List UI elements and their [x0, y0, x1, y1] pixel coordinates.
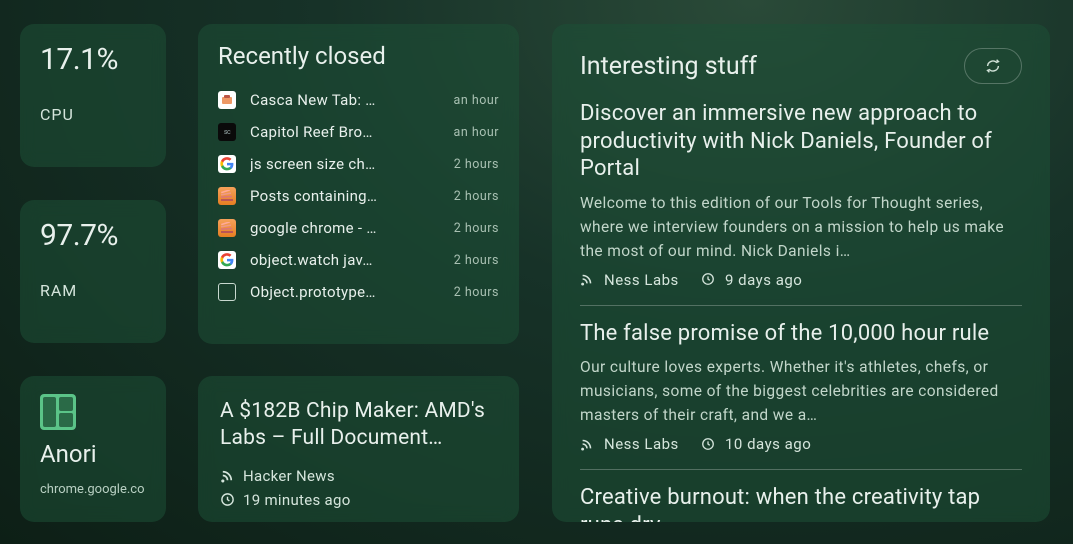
feed-post-title: Discover an immersive new approach to pr… [580, 100, 1022, 183]
bookmark-title: Anori [40, 440, 146, 468]
recently-closed-card: Recently closed Casca New Tab: …an hours… [198, 24, 519, 344]
recently-closed-row[interactable]: Posts containing… 2 hours [218, 180, 499, 212]
feed-post-title: The false promise of the 10,000 hour rul… [580, 320, 1022, 348]
recently-closed-row-time: 2 hours [454, 285, 499, 300]
ram-percentage: 97.7% [40, 218, 146, 253]
cpu-card: 17.1% CPU [20, 24, 166, 167]
clock-icon [701, 437, 716, 452]
cpu-percentage: 17.1% [40, 42, 146, 77]
feed-post-excerpt: Welcome to this edition of our Tools for… [580, 191, 1022, 263]
favicon-stack-icon [218, 219, 236, 237]
favicon-casca-icon [218, 91, 236, 109]
recently-closed-title: Recently closed [218, 42, 499, 70]
recently-closed-row-title: Object.prototype… [250, 283, 440, 301]
article-title: A $182B Chip Maker: AMD's Labs – Full Do… [220, 398, 497, 453]
rss-icon [580, 437, 595, 452]
clock-icon [701, 272, 716, 287]
feed-post-excerpt: Our culture loves experts. Whether it's … [580, 355, 1022, 427]
cpu-label: CPU [40, 105, 146, 124]
favicon-google-icon [218, 251, 236, 269]
feed-post-title: Creative burnout: when the creativity ta… [580, 484, 1022, 522]
recently-closed-row-title: object.watch jav… [250, 251, 440, 269]
feed-post-time: 9 days ago [725, 271, 802, 289]
recently-closed-row[interactable]: sc Capitol Reef Bro… an hour [218, 116, 499, 148]
favicon-generic-icon [218, 283, 236, 301]
ram-label: RAM [40, 281, 146, 300]
article-time: 19 minutes ago [243, 491, 351, 509]
recently-closed-row[interactable]: google chrome - … 2 hours [218, 212, 499, 244]
feed-post[interactable]: Discover an immersive new approach to pr… [580, 100, 1022, 306]
ram-card: 97.7% RAM [20, 200, 166, 343]
recently-closed-row[interactable]: Casca New Tab: … an hour [218, 84, 499, 116]
feed-post-source: Ness Labs [604, 435, 679, 453]
rss-icon [220, 468, 235, 483]
feed-post-time: 10 days ago [725, 435, 811, 453]
interesting-stuff-card: Interesting stuff Discover an immersive … [552, 24, 1050, 522]
recently-closed-row-title: google chrome - … [250, 219, 440, 237]
recently-closed-row-time: an hour [454, 93, 499, 108]
recently-closed-row-title: Capitol Reef Bro… [250, 123, 440, 141]
feed-post-source: Ness Labs [604, 271, 679, 289]
refresh-icon [984, 57, 1002, 75]
recently-closed-row-time: 2 hours [454, 189, 499, 204]
feed-post[interactable]: The false promise of the 10,000 hour rul… [580, 306, 1022, 471]
recently-closed-row-time: 2 hours [454, 253, 499, 268]
recently-closed-row-time: 2 hours [454, 157, 499, 172]
favicon-stack-icon [218, 187, 236, 205]
article-source: Hacker News [243, 467, 335, 485]
interesting-stuff-title: Interesting stuff [580, 52, 757, 81]
refresh-button[interactable] [964, 48, 1022, 84]
recently-closed-row-time: an hour [454, 125, 499, 140]
bookmark-url: chrome.google.co [40, 482, 146, 497]
recently-closed-row-time: 2 hours [454, 221, 499, 236]
anori-icon [40, 394, 76, 430]
rss-icon [580, 272, 595, 287]
recently-closed-row-title: Casca New Tab: … [250, 91, 440, 109]
recently-closed-row[interactable]: Object.prototype… 2 hours [218, 276, 499, 308]
article-card[interactable]: A $182B Chip Maker: AMD's Labs – Full Do… [198, 376, 519, 522]
recently-closed-row-title: js screen size ch… [250, 155, 440, 173]
favicon-google-icon [218, 155, 236, 173]
clock-icon [220, 492, 235, 507]
favicon-capitol-icon: sc [218, 123, 236, 141]
recently-closed-row[interactable]: js screen size ch… 2 hours [218, 148, 499, 180]
feed-post[interactable]: Creative burnout: when the creativity ta… [580, 470, 1022, 522]
recently-closed-row[interactable]: object.watch jav… 2 hours [218, 244, 499, 276]
bookmark-card[interactable]: Anori chrome.google.co [20, 376, 166, 522]
recently-closed-row-title: Posts containing… [250, 187, 440, 205]
